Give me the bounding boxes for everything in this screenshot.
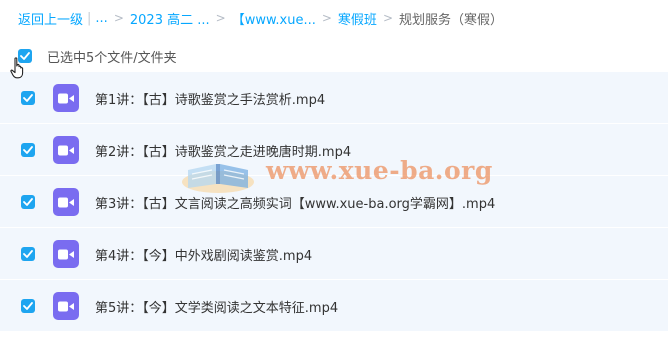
file-list: 第1讲：【古】诗歌鉴赏之手法赏析.mp4 第2讲：【古】诗歌鉴赏之走进晚唐时期.… (0, 72, 668, 332)
row-checkbox[interactable] (21, 143, 35, 157)
select-all-bar: 已选中5个文件/文件夹 (18, 45, 177, 67)
row-checkbox[interactable] (21, 195, 35, 209)
back-link[interactable]: 返回上一级 (18, 9, 83, 28)
breadcrumb-current: 规划服务（寒假） (399, 12, 504, 28)
selection-status: 已选中5个文件/文件夹 (47, 50, 177, 66)
file-name[interactable]: 第1讲：【古】诗歌鉴赏之手法赏析.mp4 (95, 89, 325, 108)
breadcrumb-ellipsis[interactable]: ... (95, 11, 107, 26)
video-file-icon (53, 84, 79, 112)
breadcrumb-item-winter-class[interactable]: 寒假班 (338, 9, 377, 28)
row-checkbox[interactable] (21, 247, 35, 261)
hand-pointer-cursor-icon (10, 57, 24, 79)
video-file-icon (53, 292, 79, 320)
file-name[interactable]: 第5讲：【今】文学类阅读之文本特征.mp4 (95, 297, 338, 316)
file-name[interactable]: 第3讲：【古】文言阅读之高频实词【www.xue-ba.org学霸网】.mp4 (95, 193, 495, 212)
file-row[interactable]: 第4讲：【今】中外戏剧阅读鉴赏.mp4 (0, 228, 668, 280)
breadcrumb-item-2023[interactable]: 2023 高二 ... (130, 9, 210, 28)
breadcrumb-separator-icon: > (382, 11, 393, 25)
breadcrumb-separator-icon: > (321, 11, 332, 25)
file-row[interactable]: 第5讲：【今】文学类阅读之文本特征.mp4 (0, 280, 668, 332)
video-file-icon (53, 188, 79, 216)
breadcrumb-separator-icon: > (215, 11, 226, 25)
breadcrumb-separator-icon: > (113, 11, 124, 25)
file-row[interactable]: 第1讲：【古】诗歌鉴赏之手法赏析.mp4 (0, 72, 668, 124)
file-row[interactable]: 第3讲：【古】文言阅读之高频实词【www.xue-ba.org学霸网】.mp4 (0, 176, 668, 228)
file-name[interactable]: 第4讲：【今】中外戏剧阅读鉴赏.mp4 (95, 245, 312, 264)
video-file-icon (53, 240, 79, 268)
file-name[interactable]: 第2讲：【古】诗歌鉴赏之走进晚唐时期.mp4 (95, 141, 351, 160)
file-row[interactable]: 第2讲：【古】诗歌鉴赏之走进晚唐时期.mp4 (0, 124, 668, 176)
breadcrumb-divider: | (87, 10, 92, 26)
row-checkbox[interactable] (21, 299, 35, 313)
list-footer-space (0, 332, 668, 346)
row-checkbox[interactable] (21, 91, 35, 105)
breadcrumb-item-xue[interactable]: 【www.xue... (232, 9, 316, 28)
breadcrumb: 返回上一级 | ... > 2023 高二 ... > 【www.xue... … (18, 7, 503, 29)
video-file-icon (53, 136, 79, 164)
